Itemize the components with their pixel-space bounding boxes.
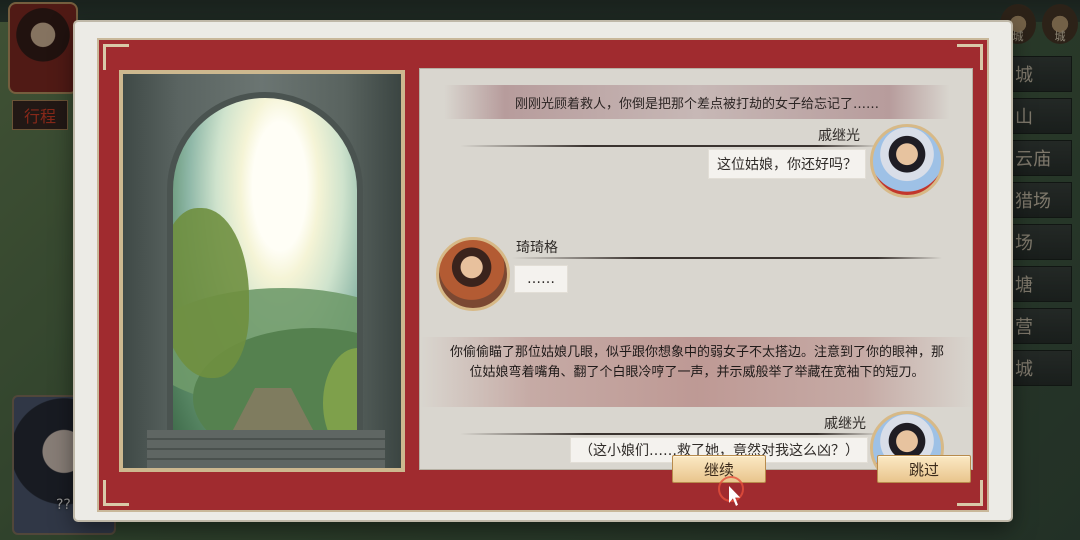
conversation-panel[interactable]: 刚刚光顾着救人，你倒是把那个差点被打劫的女子给忘记了…… 戚继光 这位姑娘，你还… [419,68,973,470]
frame-corner [103,44,129,70]
speaker-divider [512,257,942,259]
frame-corner [103,480,129,506]
dialog-frame: 刚刚光顾着救人，你倒是把那个差点被打劫的女子给忘记了…… 戚继光 这位姑娘，你还… [97,38,989,512]
frame-corner [957,44,983,70]
stone-steps [147,430,385,468]
skip-button[interactable]: 跳过 [877,455,971,483]
frame-corner [957,480,983,506]
speaker-divider [460,145,880,147]
message-bubble: 这位姑娘，你还好吗？ [708,149,866,179]
scene-illustration [119,70,405,472]
narration-middle: 你偷偷瞄了那位姑娘几眼，似乎跟你想象中的弱女子不太搭边。注意到了你的眼神，那位姑… [420,337,972,407]
avatar [870,124,944,198]
speaker-divider [460,433,880,435]
continue-button[interactable]: 继续 [672,455,766,483]
narration-top: 刚刚光顾着救人，你倒是把那个差点被打劫的女子给忘记了…… [444,85,950,119]
speaker-name: 戚继光 [818,128,860,144]
tree-left [173,208,249,378]
speaker-name: 戚继光 [824,416,866,432]
story-dialog: 刚刚光顾着救人，你倒是把那个差点被打劫的女子给忘记了…… 戚继光 这位姑娘，你还… [75,22,1011,520]
archway [167,92,363,444]
speaker-name: 琦琦格 [516,240,558,256]
avatar [436,237,510,311]
message-bubble: …… [514,265,568,293]
